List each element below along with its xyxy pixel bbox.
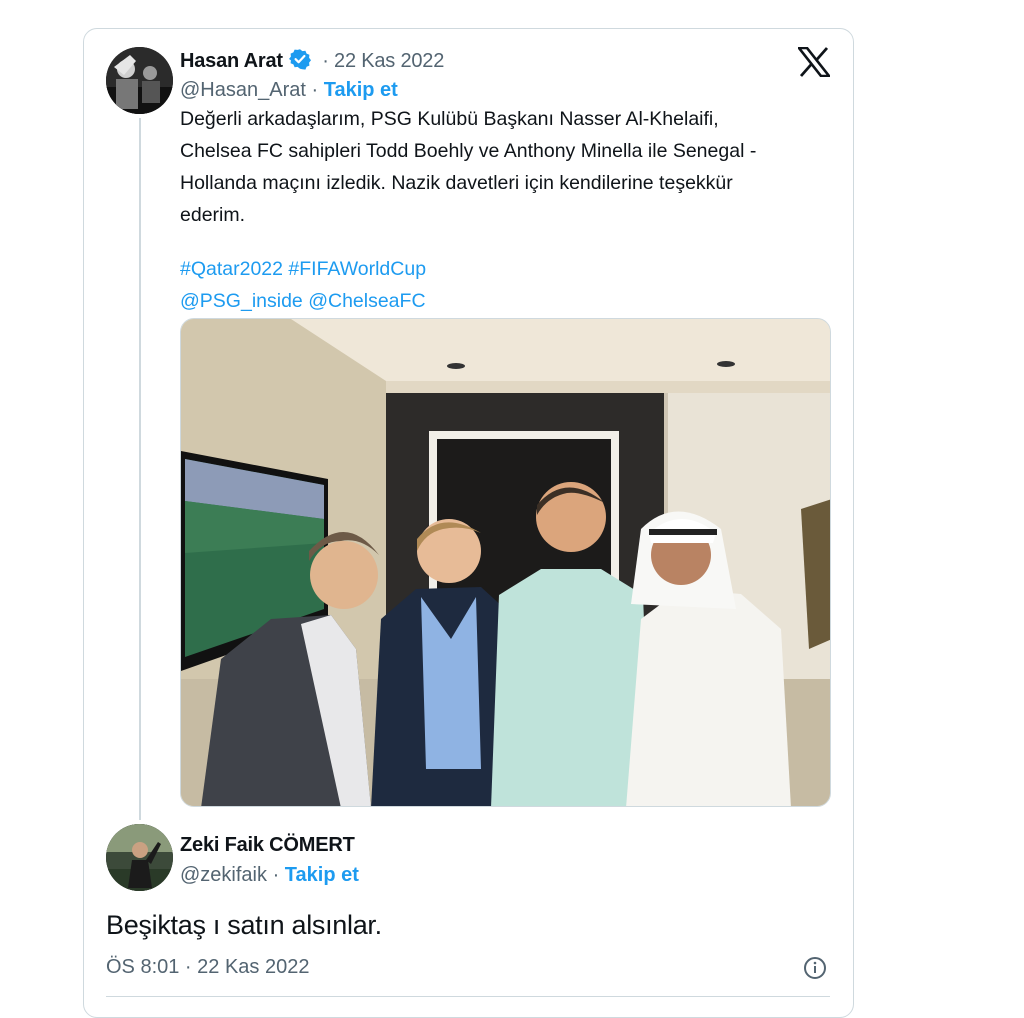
tweet-photo[interactable] — [180, 318, 831, 807]
reply-tweet-text: Beşiktaş ı satın alsınlar. — [106, 910, 382, 940]
follow-button[interactable]: Takip et — [324, 79, 398, 101]
quoted-tweet-body: Değerli arkadaşlarım, PSG Kulübü Başkanı… — [180, 103, 830, 317]
reply-handle-row: @zekifaik · Takip et — [180, 864, 359, 887]
tweet-line: ederim. — [180, 204, 246, 226]
reply-handle[interactable]: @zekifaik — [180, 864, 267, 886]
separator-dot: · — [311, 79, 319, 101]
divider — [106, 996, 830, 997]
thread-connector-line — [139, 118, 141, 820]
hashtags-link[interactable]: #Qatar2022 #FIFAWorldCup — [180, 253, 830, 285]
hasan-arat-avatar[interactable] — [106, 47, 173, 114]
separator-dot: · — [272, 864, 280, 886]
verified-badge-icon — [288, 48, 311, 76]
quoted-handle[interactable]: @Hasan_Arat — [180, 79, 306, 101]
tweet-line: Hollanda maçını izledik. Nazik davetleri… — [180, 172, 733, 194]
zeki-faik-avatar[interactable] — [106, 824, 173, 891]
reply-timestamp[interactable]: ÖS 8:01 · 22 Kas 2022 — [106, 956, 309, 979]
mentions-link[interactable]: @PSG_inside @ChelseaFC — [180, 285, 830, 317]
x-logo-icon[interactable] — [796, 46, 832, 82]
tweet-line: Chelsea FC sahipleri Todd Boehly ve Anth… — [180, 140, 757, 162]
quoted-handle-row: @Hasan_Arat · Takip et — [180, 79, 398, 102]
tweet-line: Değerli arkadaşlarım, PSG Kulübü Başkanı… — [180, 108, 719, 130]
quoted-date[interactable]: · 22 Kas 2022 — [322, 50, 444, 72]
follow-button[interactable]: Takip et — [285, 864, 359, 886]
quoted-author-row: Hasan Arat · 22 Kas 2022 — [180, 48, 444, 76]
quoted-author-name[interactable]: Hasan Arat — [180, 50, 283, 72]
info-icon[interactable] — [803, 956, 827, 985]
reply-author-name[interactable]: Zeki Faik CÖMERT — [180, 834, 355, 857]
